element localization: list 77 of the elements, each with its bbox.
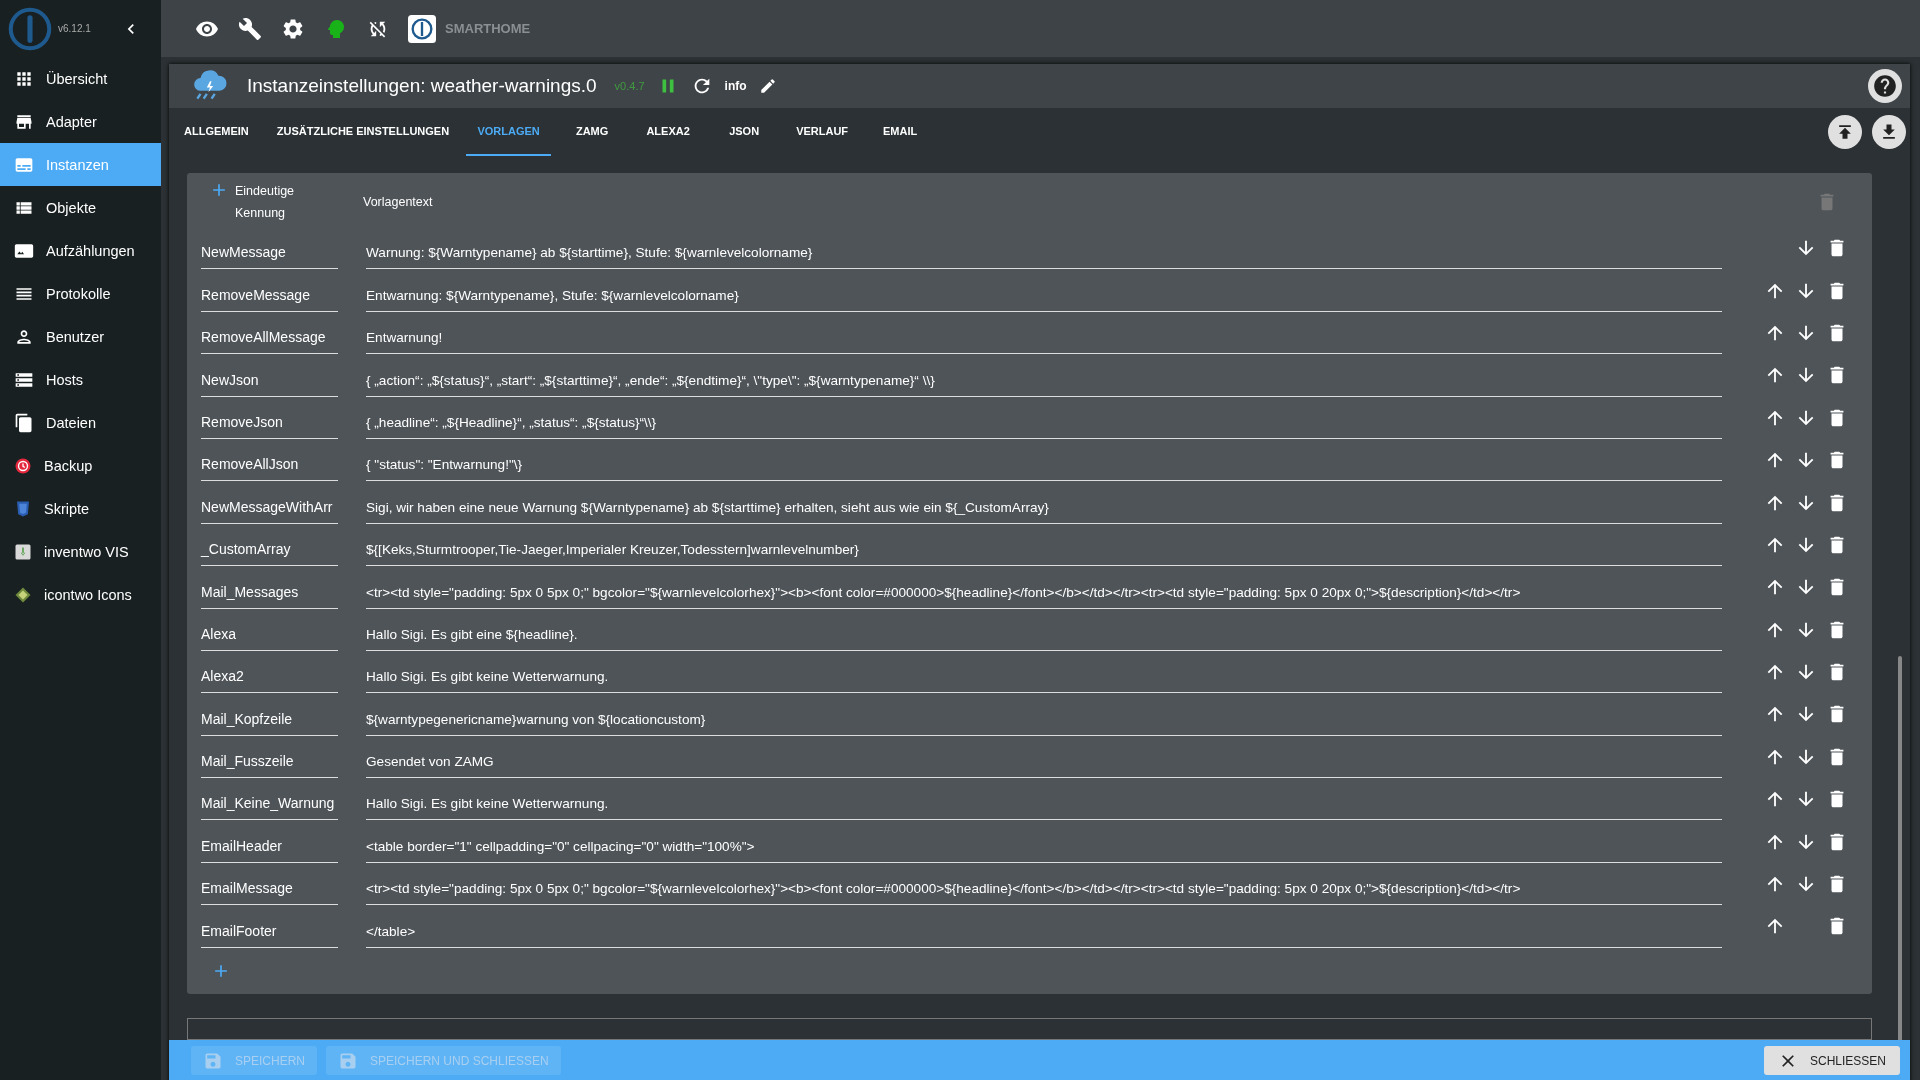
help-button[interactable] bbox=[1868, 69, 1902, 103]
key-field[interactable]: Mail_Messages bbox=[201, 583, 338, 609]
text-field[interactable]: Hallo Sigi. Es gibt eine ${headline}. bbox=[366, 626, 1722, 651]
tab[interactable]: ALLGEMEIN bbox=[173, 108, 260, 156]
text-field[interactable]: Entwarnung! bbox=[366, 330, 1722, 355]
host-label: SMARTHOME bbox=[445, 21, 531, 36]
download-button[interactable] bbox=[1872, 115, 1906, 149]
text-field[interactable]: Gesendet von ZAMG bbox=[366, 754, 1722, 779]
info-link[interactable]: info bbox=[724, 79, 747, 93]
diamond-icon bbox=[14, 585, 32, 604]
key-field[interactable]: Alexa bbox=[201, 625, 338, 651]
settings-icon[interactable] bbox=[281, 16, 305, 41]
sidebar-item[interactable]: Skripte bbox=[0, 487, 161, 530]
logo-icon bbox=[408, 14, 436, 43]
edit-icon[interactable] bbox=[758, 77, 777, 95]
key-field[interactable]: Mail_Keine_Warnung bbox=[201, 795, 338, 821]
key-field[interactable]: NewJson bbox=[201, 371, 338, 397]
sidebar-item[interactable]: Backup bbox=[0, 444, 161, 487]
text-field[interactable]: Hallo Sigi. Es gibt keine Wetterwarnung. bbox=[366, 669, 1722, 694]
sidebar-item[interactable]: Dateien bbox=[0, 401, 161, 444]
scrollbar[interactable] bbox=[1898, 656, 1902, 1040]
key-field[interactable]: _CustomArray bbox=[201, 541, 338, 567]
text-field[interactable]: </table> bbox=[366, 923, 1722, 948]
column-header: Eindeutige Kennung bbox=[235, 183, 296, 222]
text-field[interactable]: <tr><td style="padding: 5px 0 5px 0;" bgcolor="${warnlevelcolorhex}"><b><font color=#000000>${headline}</font></b></td></tr><tr><td style="padding: 5px 0 20px 0;">${description}</td></tr> bbox=[366, 584, 1722, 609]
text-field[interactable]: { "status": "Entwarnung!"\} bbox=[366, 457, 1722, 482]
help-icon bbox=[1872, 73, 1898, 99]
key-field[interactable]: RemoveAllJson bbox=[201, 456, 338, 482]
key-field[interactable]: NewMessageWithArr bbox=[201, 498, 338, 524]
sidebar-item[interactable]: Adapter bbox=[0, 100, 161, 143]
tab[interactable]: VORLAGEN bbox=[466, 108, 552, 156]
text-field[interactable]: ${[Keks,Sturmtrooper,Tie-Jaeger,Imperialer Kreuzer,Todesstern]warnlevelnumber} bbox=[366, 542, 1722, 567]
sidebar-item[interactable]: Aufzählungen bbox=[0, 229, 161, 272]
text-field[interactable]: <table border="1" cellpadding="0" cellpacing="0" width="100%"> bbox=[366, 838, 1722, 863]
version-label: v6.12.1 bbox=[58, 23, 92, 34]
clock-icon bbox=[14, 456, 32, 475]
text-field[interactable]: Entwarnung: ${Warntypename}, Stufe: ${warnlevelcolorname} bbox=[366, 287, 1722, 312]
key-field[interactable]: RemoveJson bbox=[201, 413, 338, 439]
sidebar-item[interactable]: Hosts bbox=[0, 358, 161, 401]
text-field[interactable]: Warnung: ${Warntypename} ab ${starttime}, Stufe: ${warnlevelcolorname} bbox=[366, 245, 1722, 270]
tab[interactable]: ALEXA2 bbox=[633, 108, 704, 156]
key-field[interactable]: EmailMessage bbox=[201, 880, 338, 906]
text-field[interactable]: ${warntypegenericname}warnung von ${locationcustom} bbox=[366, 711, 1722, 736]
tab[interactable]: VERLAUF bbox=[785, 108, 860, 156]
text-field[interactable]: { „headline“: „${Headline}“, „status“: „${status}“\\} bbox=[366, 414, 1722, 439]
app-icon bbox=[14, 542, 32, 561]
text-field[interactable]: <tr><td style="padding: 5px 0 5px 0;" bgcolor="${warnlevelcolorhex}"><b><font color=#000000>${headline}</font></b></td></tr><tr><td style="padding: 5px 0 20px 0;">${description}</td></tr> bbox=[366, 881, 1722, 906]
key-field[interactable]: NewMessage bbox=[201, 244, 338, 270]
wrench-icon[interactable] bbox=[238, 16, 262, 41]
text-field[interactable]: { „action“: „${status}“, „start“: „${starttime}“, „ende“: „${endtime}“, \"type\": „${warntypename}“ \\} bbox=[366, 372, 1722, 397]
sidebar-item[interactable]: Protokolle bbox=[0, 272, 161, 315]
tab[interactable]: ZUSÄTZLICHE EINSTELLUNGEN bbox=[265, 108, 461, 156]
key-field[interactable]: RemoveMessage bbox=[201, 286, 338, 312]
dialog-title: Instanzeinstellungen: weather-warnings.0 bbox=[247, 75, 597, 97]
tab[interactable]: EMAIL bbox=[865, 108, 936, 156]
column-header: Vorlagentext bbox=[363, 195, 433, 209]
tab[interactable]: ZAMG bbox=[557, 108, 628, 156]
sidebar-item[interactable]: Benutzer bbox=[0, 315, 161, 358]
key-field[interactable]: EmailHeader bbox=[201, 837, 338, 863]
sidebar-item[interactable]: icontwo Icons bbox=[0, 573, 161, 616]
key-field[interactable]: Mail_Kopfzeile bbox=[201, 710, 338, 736]
close-button[interactable]: SCHLIESSEN bbox=[1763, 1046, 1900, 1076]
text-field[interactable]: Sigi, wir haben eine neue Warnung ${Warntypename} ab ${starttime} erhalten, sieht aus wie ein ${_CustomArray} bbox=[366, 499, 1722, 524]
upload-button[interactable] bbox=[1828, 115, 1862, 149]
sidebar-item[interactable]: inventwo VIS bbox=[0, 530, 161, 573]
sidebar-item[interactable]: Objekte bbox=[0, 186, 161, 229]
key-field[interactable]: Mail_Fusszeile bbox=[201, 753, 338, 779]
shield-icon bbox=[14, 499, 32, 518]
key-field[interactable]: RemoveAllMessage bbox=[201, 329, 338, 355]
version-label: v0.4.7 bbox=[614, 80, 645, 92]
files-icon bbox=[14, 412, 34, 433]
key-field[interactable]: EmailFooter bbox=[201, 922, 338, 948]
logo-icon bbox=[8, 6, 52, 51]
sidebar-item[interactable]: Übersicht bbox=[0, 57, 161, 100]
key-field[interactable]: Alexa2 bbox=[201, 668, 338, 694]
tab[interactable]: JSON bbox=[709, 108, 780, 156]
text-field[interactable]: Hallo Sigi. Es gibt keine Wetterwarnung. bbox=[366, 796, 1722, 821]
